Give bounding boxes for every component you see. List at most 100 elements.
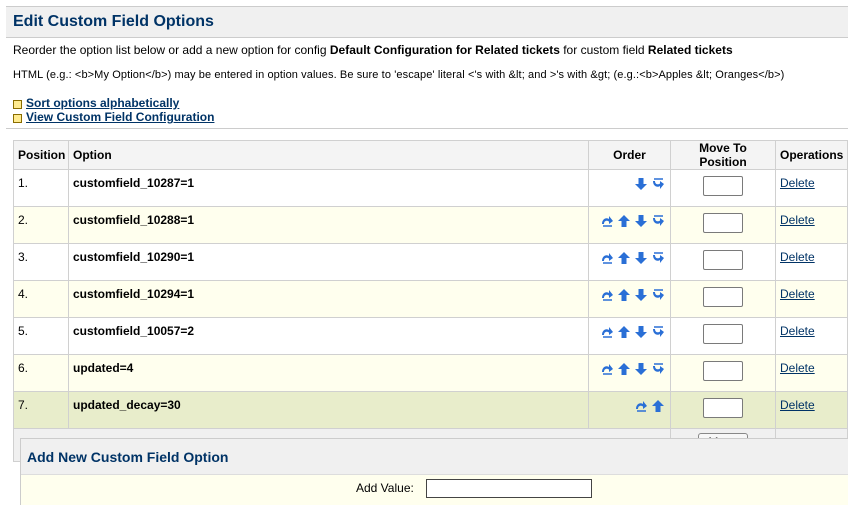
move-to-position-input[interactable]	[703, 287, 743, 307]
delete-link[interactable]: Delete	[780, 324, 815, 338]
move-to-position-input[interactable]	[703, 250, 743, 270]
row-operations: Delete	[775, 280, 848, 318]
description-prefix: Reorder the option list below or add a n…	[13, 43, 330, 57]
page-header: Edit Custom Field Options	[6, 6, 848, 38]
add-value-input[interactable]	[426, 479, 592, 498]
column-header-position: Position	[13, 140, 69, 170]
add-value-label: Add Value:	[356, 481, 414, 495]
arrow-down-icon[interactable]	[633, 176, 649, 192]
row-option: customfield_10287=1	[68, 169, 589, 207]
row-option: updated_decay=30	[68, 391, 589, 429]
arrow-up-icon[interactable]	[616, 213, 632, 229]
row-position: 4.	[13, 280, 69, 318]
column-header-operations: Operations	[775, 140, 848, 170]
field-name: Related tickets	[647, 43, 733, 57]
row-position: 1.	[13, 169, 69, 207]
move-to-top-icon[interactable]	[599, 213, 615, 229]
row-order-controls	[588, 354, 671, 392]
row-move-to	[670, 243, 776, 281]
page-description: Reorder the option list below or add a n…	[13, 43, 733, 57]
arrow-up-icon[interactable]	[616, 250, 632, 266]
row-position: 5.	[13, 317, 69, 355]
row-position: 7.	[13, 391, 69, 429]
row-option: updated=4	[68, 354, 589, 392]
table-row: 6. updated=4 Delete	[13, 354, 848, 392]
arrow-down-icon[interactable]	[633, 361, 649, 377]
add-option-header: Add New Custom Field Option	[21, 439, 848, 475]
action-links: Sort options alphabetically View Custom …	[13, 96, 214, 124]
table-row: 3. customfield_10290=1 Delete	[13, 243, 848, 281]
description-middle: for custom field	[559, 43, 648, 57]
row-option: customfield_10294=1	[68, 280, 589, 318]
config-name: Default Configuration for Related ticket…	[329, 43, 560, 57]
move-to-bottom-icon[interactable]	[650, 250, 666, 266]
row-operations: Delete	[775, 317, 848, 355]
row-order-controls	[588, 280, 671, 318]
arrow-up-icon[interactable]	[616, 324, 632, 340]
row-move-to	[670, 317, 776, 355]
row-operations: Delete	[775, 243, 848, 281]
delete-link[interactable]: Delete	[780, 398, 815, 412]
bullet-icon	[13, 100, 22, 109]
row-order-controls	[588, 243, 671, 281]
move-to-top-icon[interactable]	[599, 324, 615, 340]
row-operations: Delete	[775, 354, 848, 392]
row-move-to	[670, 391, 776, 429]
add-option-panel: Add New Custom Field Option Add Value:	[20, 438, 848, 505]
bullet-icon	[13, 114, 22, 123]
row-option: customfield_10288=1	[68, 206, 589, 244]
move-to-position-input[interactable]	[703, 398, 743, 418]
sort-alphabetically-link[interactable]: Sort options alphabetically	[26, 96, 179, 110]
delete-link[interactable]: Delete	[780, 213, 815, 227]
row-position: 6.	[13, 354, 69, 392]
move-to-top-icon[interactable]	[599, 287, 615, 303]
column-header-move-to-position: Move To Position	[670, 140, 776, 170]
add-option-body: Add Value:	[21, 475, 848, 505]
arrow-down-icon[interactable]	[633, 250, 649, 266]
arrow-up-icon[interactable]	[650, 398, 666, 414]
arrow-down-icon[interactable]	[633, 213, 649, 229]
table-row: 5. customfield_10057=2 Delete	[13, 317, 848, 355]
row-operations: Delete	[775, 169, 848, 207]
table-row: 2. customfield_10288=1 Delete	[13, 206, 848, 244]
move-to-top-icon[interactable]	[633, 398, 649, 414]
move-to-top-icon[interactable]	[599, 361, 615, 377]
table-row: 4. customfield_10294=1 Delete	[13, 280, 848, 318]
delete-link[interactable]: Delete	[780, 361, 815, 375]
row-operations: Delete	[775, 391, 848, 429]
move-to-bottom-icon[interactable]	[650, 361, 666, 377]
arrow-down-icon[interactable]	[633, 324, 649, 340]
delete-link[interactable]: Delete	[780, 287, 815, 301]
column-header-order: Order	[588, 140, 671, 170]
row-move-to	[670, 169, 776, 207]
row-option: customfield_10290=1	[68, 243, 589, 281]
arrow-up-icon[interactable]	[616, 361, 632, 377]
row-position: 2.	[13, 206, 69, 244]
move-to-position-input[interactable]	[703, 361, 743, 381]
table-row: 7. updated_decay=30 Delete	[13, 391, 848, 429]
row-option: customfield_10057=2	[68, 317, 589, 355]
delete-link[interactable]: Delete	[780, 176, 815, 190]
page-title: Edit Custom Field Options	[13, 13, 214, 30]
move-to-bottom-icon[interactable]	[650, 213, 666, 229]
divider	[6, 128, 848, 129]
delete-link[interactable]: Delete	[780, 250, 815, 264]
move-to-position-input[interactable]	[703, 176, 743, 196]
arrow-up-icon[interactable]	[616, 287, 632, 303]
row-operations: Delete	[775, 206, 848, 244]
move-to-position-input[interactable]	[703, 213, 743, 233]
row-order-controls	[588, 391, 671, 429]
table-row: 1. customfield_10287=1 Delete	[13, 169, 848, 207]
view-config-link[interactable]: View Custom Field Configuration	[26, 110, 214, 124]
row-move-to	[670, 354, 776, 392]
html-note: HTML (e.g.: <b>My Option</b>) may be ent…	[13, 69, 785, 81]
arrow-down-icon[interactable]	[633, 287, 649, 303]
row-move-to	[670, 280, 776, 318]
row-order-controls	[588, 169, 671, 207]
move-to-bottom-icon[interactable]	[650, 287, 666, 303]
move-to-top-icon[interactable]	[599, 250, 615, 266]
options-table: Position Option Order Move To Position O…	[13, 140, 848, 462]
move-to-bottom-icon[interactable]	[650, 176, 666, 192]
move-to-position-input[interactable]	[703, 324, 743, 344]
move-to-bottom-icon[interactable]	[650, 324, 666, 340]
